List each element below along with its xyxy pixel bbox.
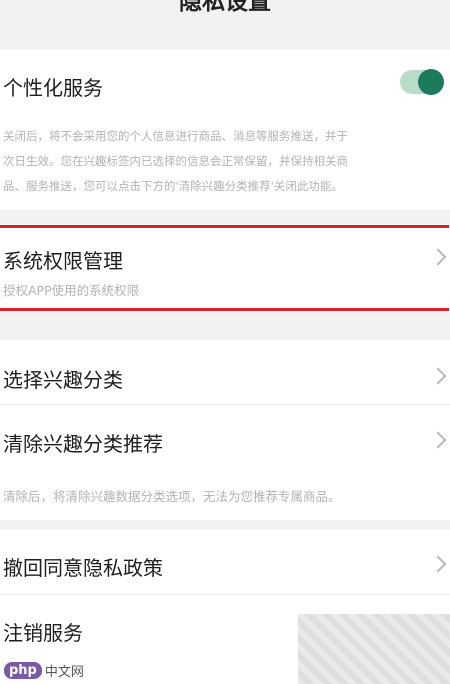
row-divider xyxy=(0,404,450,405)
personalized-service-desc-line-3: 品、服务推送，您可以点击下方的'清除兴趣分类推荐'关闭此功能。 xyxy=(3,179,343,193)
chevron-right-icon xyxy=(429,431,447,449)
clear-interest-label[interactable]: 清除兴趣分类推荐 xyxy=(3,428,163,457)
row-divider xyxy=(0,594,450,595)
page-title: 隐私设置 xyxy=(179,0,271,15)
watermark-text: 中文网 xyxy=(44,664,84,680)
system-permissions-subtitle: 授权APP使用的系统权限 xyxy=(3,283,140,298)
watermark: php 中文网 xyxy=(4,660,84,680)
system-permissions-row[interactable]: 系统权限管理 授权APP使用的系统权限 xyxy=(0,228,450,308)
chevron-right-icon xyxy=(429,367,447,385)
toggle-knob xyxy=(418,69,444,95)
blurred-area xyxy=(298,614,450,684)
personalized-service-card: 个性化服务 关闭后，将不会采用您的个人信息进行商品、消息等服务推送，并于 次日生… xyxy=(0,50,450,210)
personalized-service-desc-line-1: 关闭后，将不会采用您的个人信息进行商品、消息等服务推送，并于 xyxy=(3,129,348,143)
personalized-service-label: 个性化服务 xyxy=(3,76,103,100)
select-interest-label[interactable]: 选择兴趣分类 xyxy=(3,364,123,393)
watermark-logo: php xyxy=(4,661,42,679)
chevron-right-icon xyxy=(429,555,447,573)
chevron-right-icon xyxy=(429,248,447,266)
personalized-service-toggle[interactable] xyxy=(400,69,444,95)
revoke-privacy-label[interactable]: 撤回同意隐私政策 xyxy=(3,552,163,581)
clear-interest-desc: 清除后，将清除兴趣数据分类选项，无法为您推荐专属商品。 xyxy=(3,489,341,504)
system-permissions-label: 系统权限管理 xyxy=(3,249,123,273)
nav-header: 隐私设置 xyxy=(0,0,450,50)
cancel-service-label[interactable]: 注销服务 xyxy=(3,617,83,646)
personalized-service-desc-line-2: 次日生效。您在兴趣标签内已选择的信息会正常保留，并保持相关商 xyxy=(3,154,348,168)
